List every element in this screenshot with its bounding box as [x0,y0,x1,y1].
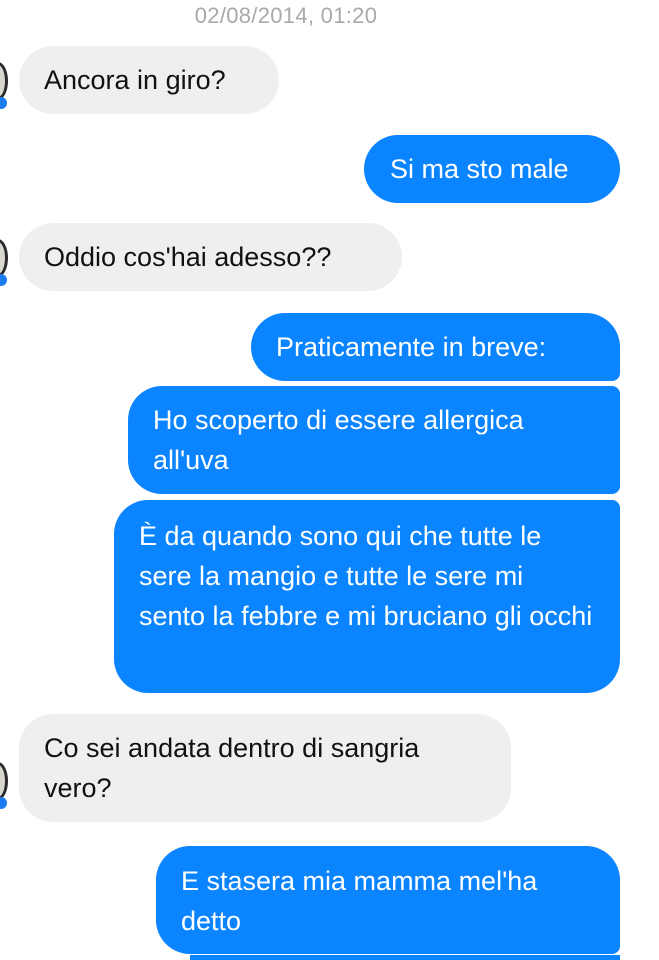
outgoing-message-bubble[interactable]: Praticamente in breve: [251,313,620,381]
incoming-message-bubble[interactable]: Ancora in giro? [19,46,279,114]
outgoing-message-bubble[interactable]: E stasera mia mamma mel'ha detto [156,846,620,954]
next-message-bubble-edge [190,955,620,960]
contact-avatar-icon[interactable] [0,239,8,277]
online-status-dot-icon [0,797,7,809]
outgoing-message-bubble[interactable]: Si ma sto male [364,135,620,203]
incoming-message-bubble[interactable]: Co sei andata dentro di sangria vero? [19,714,511,822]
contact-avatar-icon[interactable] [0,62,8,100]
online-status-dot-icon [0,97,7,109]
outgoing-message-bubble[interactable]: Ho scoperto di essere allergica all'uva [128,386,620,494]
contact-avatar-icon[interactable] [0,762,8,800]
incoming-message-bubble[interactable]: Oddio cos'hai adesso?? [19,223,402,291]
message-timestamp: 02/08/2014, 01:20 [194,3,378,28]
outgoing-message-bubble[interactable]: È da quando sono qui che tutte le sere l… [114,500,620,693]
online-status-dot-icon [0,274,7,286]
